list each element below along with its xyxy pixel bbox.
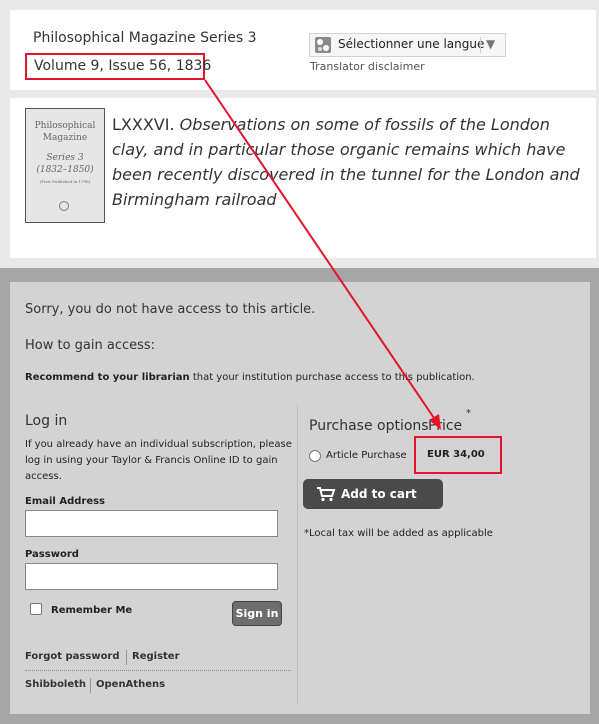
password-field[interactable] bbox=[25, 563, 278, 590]
translator-disclaimer-link[interactable]: Translator disclaimer bbox=[310, 60, 425, 73]
purchase-options-heading: Purchase options bbox=[309, 418, 429, 434]
remember-me-label[interactable]: Remember Me bbox=[51, 605, 132, 616]
login-heading: Log in bbox=[25, 413, 68, 429]
journal-series-title[interactable]: Philosophical Magazine Series 3 bbox=[33, 30, 257, 46]
article-purchase-radio[interactable] bbox=[309, 450, 321, 462]
register-link[interactable]: Register bbox=[132, 651, 180, 662]
article-purchase-label[interactable]: Article Purchase bbox=[326, 450, 407, 461]
volume-issue-link[interactable]: Volume 9, Issue 56, 1836 bbox=[34, 58, 211, 74]
cover-years-line: (1832–1850) bbox=[36, 165, 94, 175]
cart-icon bbox=[316, 486, 336, 502]
article-number: LXXXVI. bbox=[112, 115, 175, 134]
price-heading: Price bbox=[428, 418, 463, 434]
email-field[interactable] bbox=[25, 510, 278, 537]
email-label: Email Address bbox=[25, 496, 106, 507]
sign-in-button[interactable]: Sign in bbox=[232, 601, 282, 626]
local-tax-note: *Local tax will be added as applicable bbox=[304, 528, 493, 539]
price-asterisk: * bbox=[466, 408, 471, 419]
link-separator bbox=[90, 678, 91, 693]
cover-subtitle: (First Published in 1798) bbox=[39, 179, 91, 184]
price-value: EUR 34,00 bbox=[427, 449, 485, 460]
article-title-text: Observations on some of fossils of the L… bbox=[112, 115, 580, 209]
password-label: Password bbox=[25, 549, 79, 560]
recommend-librarian-rest: that your institution purchase access to… bbox=[189, 372, 475, 383]
recommend-librarian-link[interactable]: Recommend to your librarian bbox=[25, 372, 190, 383]
dotted-divider bbox=[25, 670, 291, 671]
how-to-gain-access-heading: How to gain access: bbox=[25, 338, 156, 353]
no-access-message: Sorry, you do not have access to this ar… bbox=[25, 302, 316, 317]
journal-cover-image: Philosophical Magazine Series 3 (1832–18… bbox=[25, 108, 105, 223]
recommend-librarian-text: Recommend to your librarian that your in… bbox=[25, 372, 475, 383]
publisher-logo-icon bbox=[59, 201, 69, 211]
cover-title-line2: Magazine bbox=[42, 133, 88, 143]
column-divider bbox=[297, 405, 298, 705]
remember-me-checkbox[interactable] bbox=[30, 603, 42, 615]
language-select-label: Sélectionner une langue bbox=[338, 37, 485, 51]
language-select-divider bbox=[480, 37, 481, 53]
forgot-password-link[interactable]: Forgot password bbox=[25, 651, 120, 662]
openathens-link[interactable]: OpenAthens bbox=[96, 679, 165, 690]
add-to-cart-label: Add to cart bbox=[341, 487, 417, 501]
cover-title-line1: Philosophical bbox=[34, 121, 96, 131]
login-help-text: If you already have an individual subscr… bbox=[25, 439, 292, 482]
cover-series-line: Series 3 bbox=[46, 153, 84, 163]
google-translate-icon bbox=[315, 37, 331, 53]
chevron-down-icon[interactable]: ▼ bbox=[486, 37, 495, 51]
link-separator bbox=[126, 650, 127, 665]
shibboleth-link[interactable]: Shibboleth bbox=[25, 679, 86, 690]
article-title[interactable]: LXXXVI. Observations on some of fossils … bbox=[112, 112, 582, 212]
